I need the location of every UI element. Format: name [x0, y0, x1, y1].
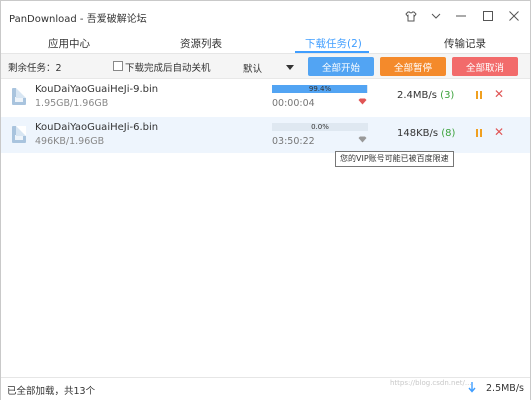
task-connections: (8)	[441, 128, 456, 139]
task-time-remaining: 03:50:22	[272, 136, 315, 147]
auto-shutdown-label[interactable]: 下载完成后自动关机	[125, 60, 211, 74]
auto-shutdown-checkbox[interactable]	[113, 61, 123, 71]
cancel-all-button[interactable]: 全部取消	[452, 57, 518, 76]
task-speed-value: 148KB/s	[397, 128, 439, 139]
cancel-task-icon[interactable]: ✕	[493, 87, 505, 101]
task-connections: (3)	[440, 90, 455, 101]
status-text: 已全部加载，共13个	[7, 386, 96, 397]
active-tab-indicator	[295, 51, 369, 53]
task-progress-bar: 99.4%	[272, 85, 368, 93]
sort-select-value: 默认	[243, 64, 263, 75]
task-progress-label: 0.0%	[311, 123, 329, 131]
task-row[interactable]: KouDaiYaoGuaiHeJi-6.bin 496KB/1.96GB 0.0…	[1, 117, 530, 153]
tab-resource-list[interactable]: 资源列表	[180, 36, 222, 51]
total-speed: 2.5MB/s	[486, 383, 524, 394]
window-title: PanDownload - 吾爱破解论坛	[9, 14, 147, 25]
vip-throttle-tooltip: 您的VIP账号可能已被百度限速	[335, 151, 454, 167]
start-all-button[interactable]: 全部开始	[308, 57, 374, 76]
chevron-down-icon[interactable]	[428, 8, 444, 24]
task-progress-label: 99.4%	[308, 85, 332, 93]
vip-diamond-icon[interactable]	[358, 98, 367, 105]
shirt-icon[interactable]	[403, 8, 419, 24]
cancel-task-icon[interactable]: ✕	[493, 125, 505, 139]
maximize-icon[interactable]	[480, 8, 496, 24]
sort-select[interactable]: 默认	[236, 57, 300, 75]
caret-down-icon	[286, 65, 294, 70]
pause-all-button[interactable]: 全部暂停	[380, 57, 446, 76]
pause-icon[interactable]	[476, 129, 482, 137]
vip-diamond-icon[interactable]	[358, 136, 367, 143]
tab-transfer-records[interactable]: 传输记录	[444, 36, 486, 51]
app-window: PanDownload - 吾爱破解论坛 应用中心 资源列表 下载任务(2) 传…	[0, 0, 531, 400]
task-time-remaining: 00:00:04	[272, 98, 315, 109]
close-icon[interactable]	[506, 8, 522, 24]
task-file-name: KouDaiYaoGuaiHeJi-6.bin	[35, 122, 159, 133]
task-speed: 2.4MB/s (3)	[397, 90, 454, 101]
file-icon	[12, 88, 26, 105]
task-file-size: 1.95GB/1.96GB	[35, 98, 109, 109]
title-bar: PanDownload - 吾爱破解论坛	[1, 1, 530, 31]
watermark: https://blog.csdn.net/...	[390, 379, 472, 387]
task-progress-bar: 0.0%	[272, 123, 368, 131]
file-icon	[12, 126, 26, 143]
tab-download-tasks[interactable]: 下载任务(2)	[305, 36, 362, 51]
pause-icon[interactable]	[476, 91, 482, 99]
remaining-tasks-label: 剩余任务：2	[8, 63, 62, 74]
task-toolbar: 剩余任务：2 下载完成后自动关机 默认 全部开始 全部暂停 全部取消	[1, 54, 530, 79]
task-file-name: KouDaiYaoGuaiHeJi-9.bin	[35, 84, 159, 95]
task-file-size: 496KB/1.96GB	[35, 136, 105, 147]
tab-app-center[interactable]: 应用中心	[48, 36, 90, 51]
minimize-icon[interactable]	[453, 8, 469, 24]
task-speed-value: 2.4MB/s	[397, 90, 437, 101]
task-row[interactable]: KouDaiYaoGuaiHeJi-9.bin 1.95GB/1.96GB 99…	[1, 79, 530, 115]
task-speed: 148KB/s (8)	[397, 128, 455, 139]
tab-bar: 应用中心 资源列表 下载任务(2) 传输记录	[1, 31, 530, 54]
